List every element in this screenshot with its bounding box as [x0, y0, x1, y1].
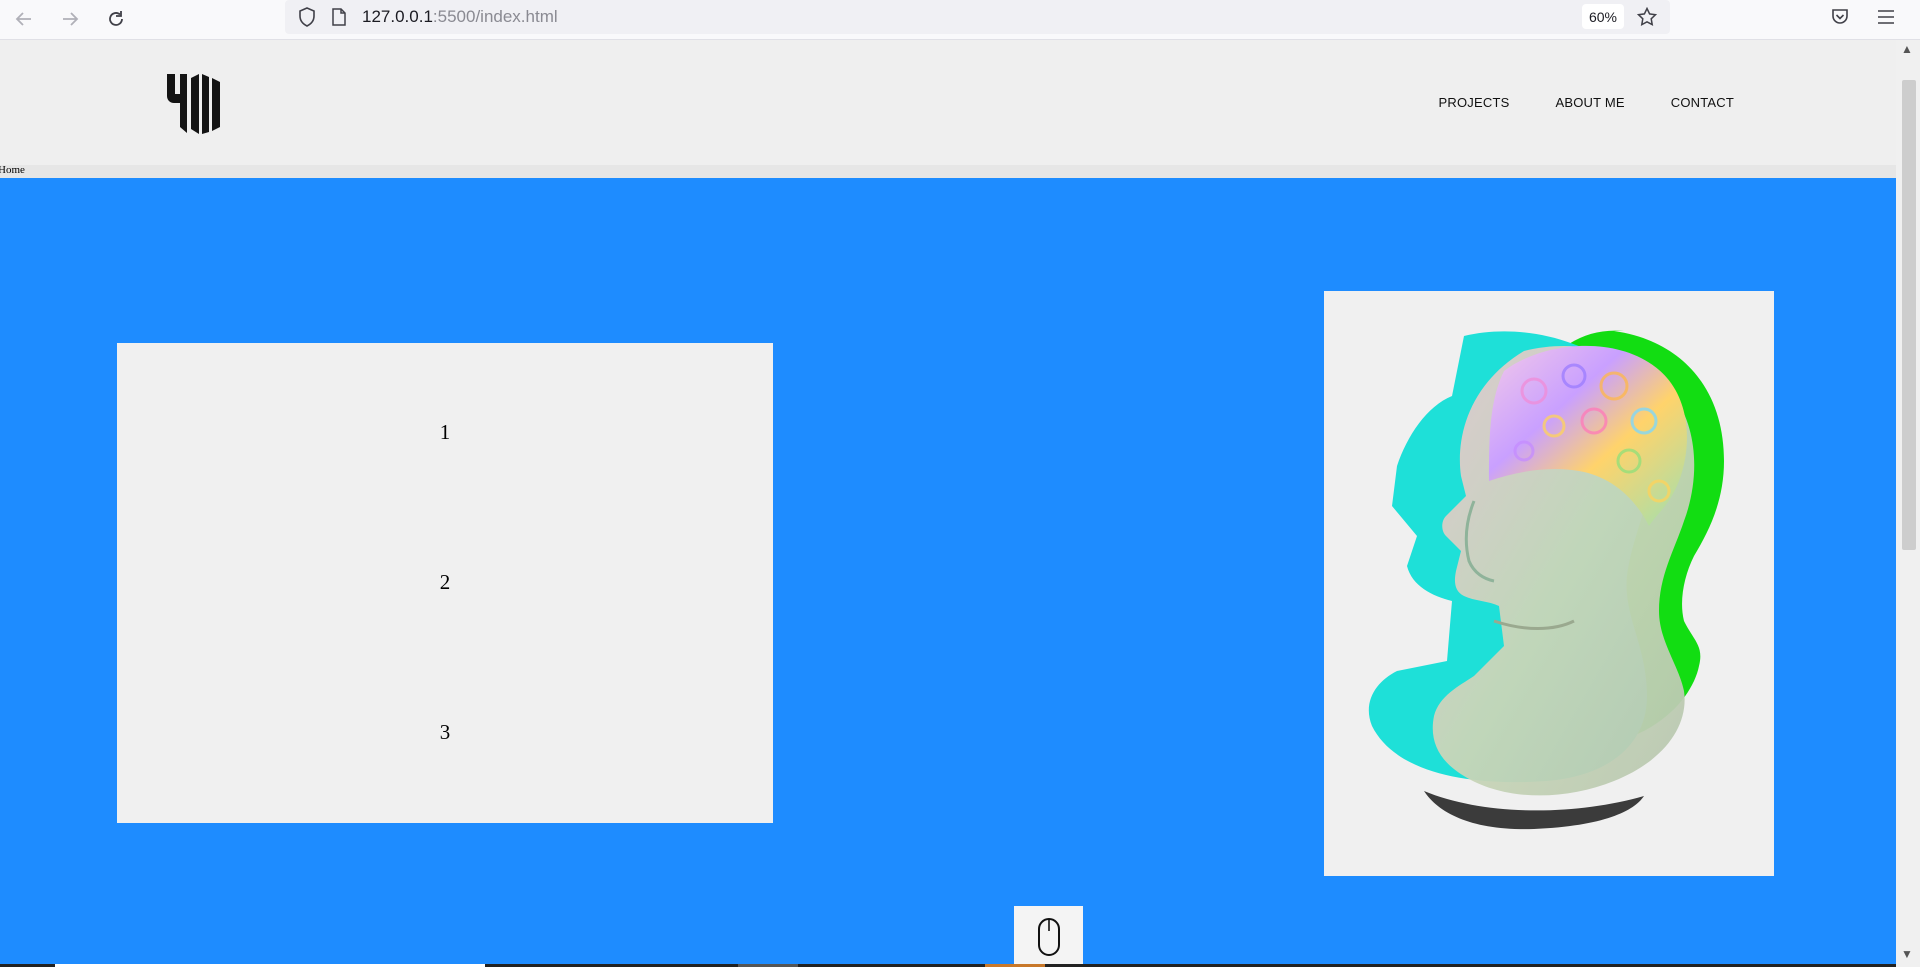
reload-icon[interactable]	[100, 5, 132, 33]
forward-arrow-icon[interactable]	[54, 5, 86, 33]
back-arrow-icon[interactable]	[8, 5, 40, 33]
page-scrollbar[interactable]: ▲ ▼	[1896, 40, 1920, 967]
scroll-thumb[interactable]	[1902, 80, 1916, 550]
numbered-panel: 1 2 3	[117, 343, 773, 823]
nav-projects[interactable]: PROJECTS	[1439, 95, 1510, 110]
address-bar[interactable]: 127.0.0.1:5500/index.html 60%	[285, 0, 1670, 34]
breadcrumb-home[interactable]: Home	[0, 164, 25, 176]
zoom-level-badge[interactable]: 60%	[1582, 4, 1624, 29]
url-host: 127.0.0.1	[362, 7, 433, 26]
site-header: PROJECTS ABOUT ME CONTACT	[0, 40, 1896, 165]
breadcrumb: Home	[0, 164, 1896, 178]
mouse-icon	[1037, 917, 1060, 956]
ym-logo[interactable]	[165, 68, 227, 134]
scroll-down-button[interactable]	[1014, 906, 1083, 967]
panel-item-2: 2	[439, 570, 451, 594]
nav-contact[interactable]: CONTACT	[1671, 95, 1734, 110]
shield-icon[interactable]	[296, 6, 318, 28]
glitch-bust-image	[1368, 330, 1724, 830]
page-icon	[329, 6, 349, 28]
panel-item-1: 1	[439, 420, 451, 444]
browser-toolbar: 127.0.0.1:5500/index.html 60%	[0, 0, 1920, 40]
url-path: :5500/index.html	[432, 7, 558, 26]
nav-about-me[interactable]: ABOUT ME	[1555, 95, 1624, 110]
url-text[interactable]: 127.0.0.1:5500/index.html	[362, 7, 558, 27]
menu-icon[interactable]	[1874, 5, 1898, 29]
hero-image-card	[1324, 291, 1774, 876]
star-icon[interactable]	[1635, 5, 1659, 29]
panel-item-3: 3	[439, 720, 451, 744]
pocket-icon[interactable]	[1828, 5, 1852, 29]
scroll-down-arrow-icon[interactable]: ▼	[1901, 947, 1913, 961]
main-nav: PROJECTS ABOUT ME CONTACT	[1439, 40, 1734, 165]
scroll-up-arrow-icon[interactable]: ▲	[1901, 42, 1913, 56]
